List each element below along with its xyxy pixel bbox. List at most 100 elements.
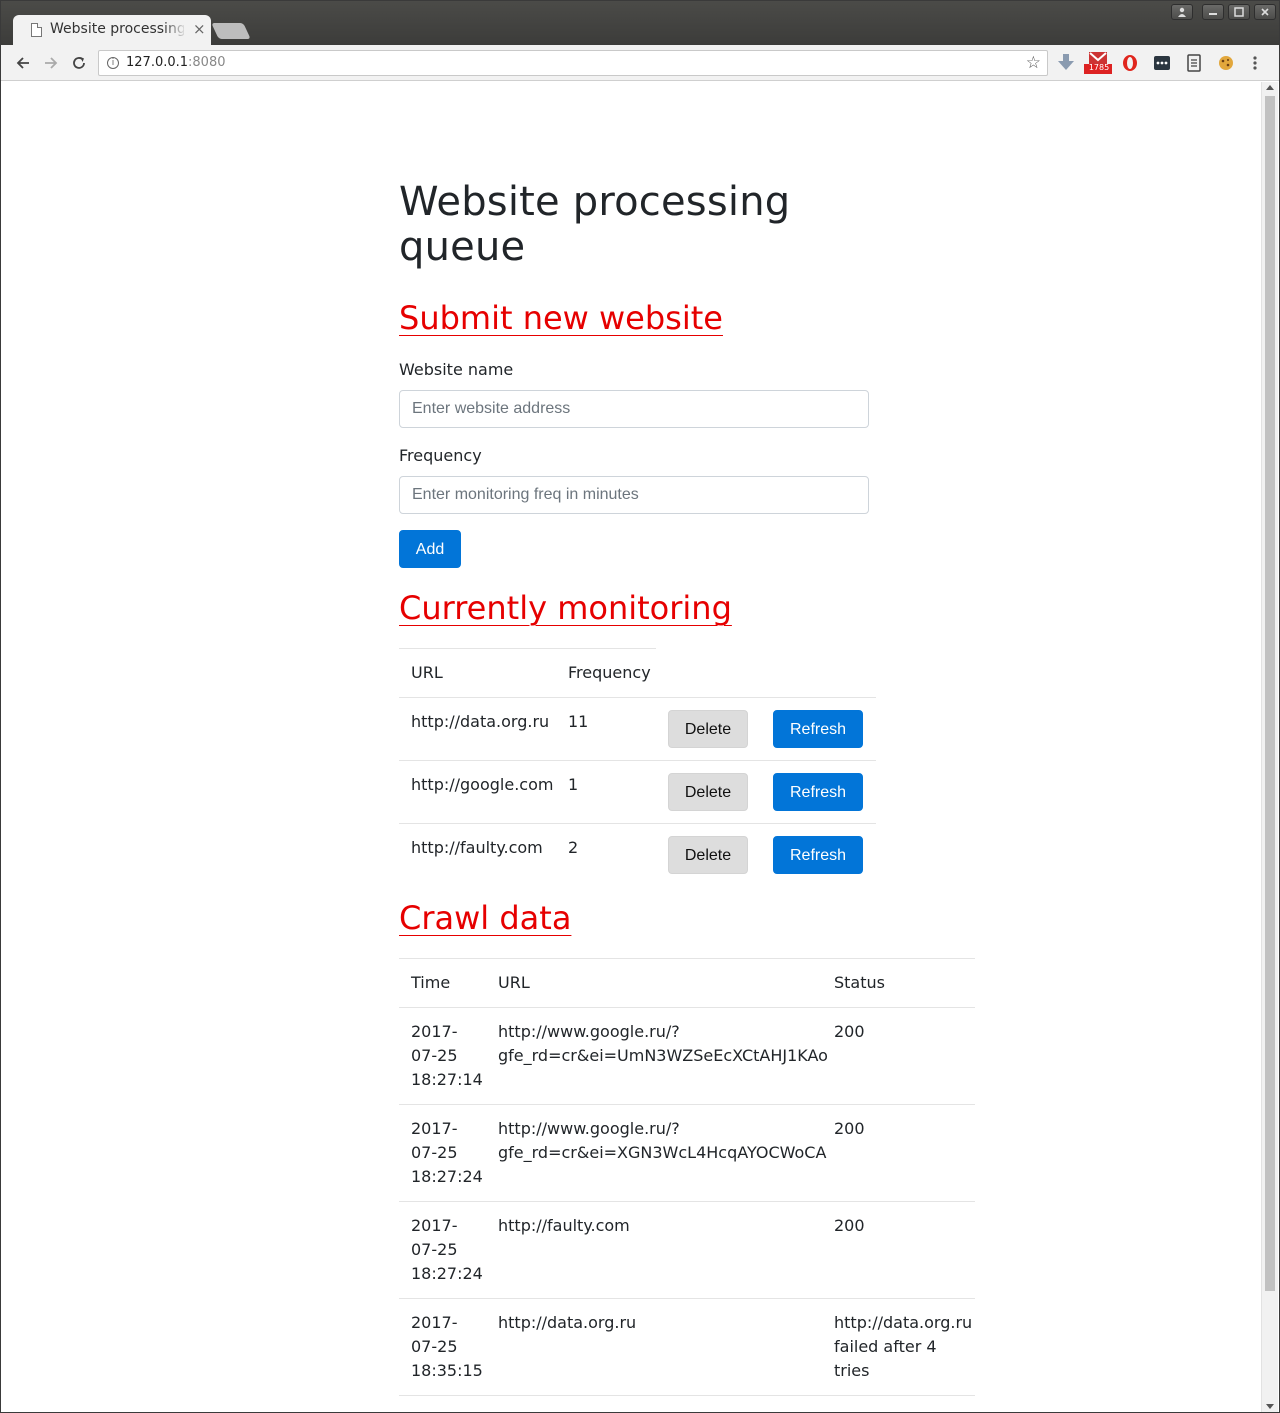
- delete-button[interactable]: Delete: [668, 710, 748, 748]
- crawl-url-cell: http://faulty.com: [498, 1216, 630, 1235]
- submit-section-heading[interactable]: Submit new website: [399, 299, 723, 337]
- crawl-time-date-part: 2017-: [411, 1022, 458, 1041]
- row-divider: [399, 1298, 975, 1299]
- crawl-time-clock: 18:27:14: [411, 1070, 483, 1089]
- crawl-status-cell: 200: [834, 1216, 865, 1235]
- crawl-url-cell: http://www.google.ru/? gfe_rd=cr&ei=UmN3…: [498, 1020, 828, 1068]
- crawl-status-part: http://data.org.ru: [834, 1313, 973, 1332]
- crawl-url-part: http://www.google.ru/?: [498, 1022, 680, 1041]
- crawl-url-part: gfe_rd=cr&ei=XGN3WcL4HcqAYOCWoCA: [498, 1143, 827, 1162]
- monitoring-section-heading[interactable]: Currently monitoring: [399, 589, 732, 627]
- crawl-table-top-rule: [399, 958, 975, 959]
- download-extension-icon[interactable]: [1057, 53, 1075, 73]
- gmail-extension-icon[interactable]: 1785: [1083, 51, 1113, 74]
- crawl-col-url: URL: [498, 973, 530, 992]
- crawl-header-rule: [399, 1007, 975, 1008]
- back-icon[interactable]: [10, 50, 36, 76]
- forward-icon[interactable]: [38, 50, 64, 76]
- crawl-time-date-part: 07-25: [411, 1046, 458, 1065]
- row-divider: [399, 1395, 975, 1396]
- tab-title-fade: [163, 19, 187, 41]
- address-bar[interactable]: i 127.0.0.1:8080 ☆: [98, 50, 1048, 76]
- row-divider: [399, 1104, 975, 1105]
- url-port: :8080: [188, 55, 226, 70]
- crawl-status-cell: http://data.org.ru failed after 4 tries: [834, 1311, 972, 1383]
- crawl-col-status: Status: [834, 973, 885, 992]
- monitoring-col-url: URL: [411, 663, 443, 682]
- reload-icon[interactable]: [66, 50, 92, 76]
- notes-extension-icon[interactable]: [1185, 53, 1203, 73]
- delete-button[interactable]: Delete: [668, 836, 748, 874]
- page-title-line-1: Website processing: [399, 179, 791, 225]
- crawl-time-cell: 2017- 07-25 18:27:24: [411, 1117, 483, 1189]
- row-divider: [399, 760, 876, 761]
- bookmark-star-icon[interactable]: ☆: [1026, 53, 1041, 73]
- crawl-time-cell: 2017- 07-25 18:27:24: [411, 1214, 483, 1286]
- crawl-status-part: failed after 4: [834, 1337, 937, 1356]
- refresh-button[interactable]: Refresh: [773, 836, 863, 874]
- browser-toolbar: i 127.0.0.1:8080 ☆ 1785: [1, 45, 1279, 81]
- crawl-url-cell: http://data.org.ru: [498, 1313, 637, 1332]
- page-title-line-2: queue: [399, 224, 526, 270]
- refresh-button[interactable]: Refresh: [773, 773, 863, 811]
- crawl-status-part: tries: [834, 1361, 870, 1380]
- scroll-up-icon[interactable]: [1266, 85, 1274, 90]
- monitoring-frequency-cell: 1: [568, 775, 579, 794]
- crawl-col-time: Time: [411, 973, 451, 992]
- minimize-icon[interactable]: [1202, 4, 1224, 20]
- monitoring-url-cell: http://faulty.com: [411, 838, 543, 857]
- crawl-time-cell: 2017- 07-25 18:27:14: [411, 1020, 483, 1092]
- cookie-extension-icon[interactable]: [1216, 53, 1236, 73]
- crawl-url-part: gfe_rd=cr&ei=UmN3WZSeEcXCtAHJ1KAo: [498, 1046, 828, 1065]
- page-scrollbar[interactable]: [1261, 82, 1278, 1412]
- gmail-unread-count: 1785: [1088, 63, 1110, 72]
- row-divider: [399, 823, 876, 824]
- crawl-time-date-part: 2017-: [411, 1216, 458, 1235]
- crawl-time-date-part: 07-25: [411, 1240, 458, 1259]
- url-host: 127.0.0.1: [126, 55, 189, 70]
- browser-window: Website processing × i 127.0.0.1:8080 ☆ …: [0, 0, 1280, 1413]
- scroll-down-icon[interactable]: [1266, 1404, 1274, 1409]
- frequency-input[interactable]: [399, 476, 869, 514]
- monitoring-col-frequency: Frequency: [568, 663, 651, 682]
- website-name-label: Website name: [399, 360, 514, 379]
- crawl-status-cell: 200: [834, 1119, 865, 1138]
- crawl-time-clock: 18:35:15: [411, 1361, 483, 1380]
- crawl-time-date-part: 07-25: [411, 1337, 458, 1356]
- monitoring-frequency-cell: 11: [568, 712, 589, 731]
- refresh-button[interactable]: Refresh: [773, 710, 863, 748]
- site-info-icon[interactable]: i: [107, 57, 119, 69]
- browser-menu-icon[interactable]: [1251, 53, 1259, 73]
- crawl-status-cell: 200: [834, 1022, 865, 1041]
- crawl-time-date-part: 2017-: [411, 1313, 458, 1332]
- website-name-input[interactable]: [399, 390, 869, 428]
- monitoring-table-top-rule: [399, 648, 656, 649]
- frequency-label: Frequency: [399, 446, 482, 465]
- page-title: Website processing queue: [399, 180, 819, 270]
- opera-extension-icon[interactable]: [1121, 53, 1139, 73]
- url-text: 127.0.0.1:8080: [126, 55, 226, 70]
- page-icon: [31, 23, 42, 37]
- maximize-icon[interactable]: [1228, 4, 1250, 20]
- profile-icon[interactable]: [1171, 4, 1193, 20]
- browser-tab[interactable]: Website processing ×: [13, 15, 211, 45]
- crawl-time-clock: 18:27:24: [411, 1167, 483, 1186]
- row-divider: [399, 1201, 975, 1202]
- crawl-time-date-part: 2017-: [411, 1119, 458, 1138]
- close-window-icon[interactable]: [1254, 4, 1276, 20]
- new-tab-button[interactable]: [211, 23, 251, 39]
- crawl-url-cell: http://www.google.ru/? gfe_rd=cr&ei=XGN3…: [498, 1117, 826, 1165]
- scrollbar-thumb[interactable]: [1265, 96, 1275, 1291]
- crawl-time-date-part: 07-25: [411, 1143, 458, 1162]
- delete-button[interactable]: Delete: [668, 773, 748, 811]
- crawl-url-part: http://www.google.ru/?: [498, 1119, 680, 1138]
- add-button[interactable]: Add: [399, 530, 461, 568]
- monitoring-header-rule: [399, 697, 876, 698]
- crawl-section-heading[interactable]: Crawl data: [399, 899, 571, 937]
- title-bar: Website processing ×: [1, 1, 1279, 45]
- monitoring-frequency-cell: 2: [568, 838, 579, 857]
- close-tab-icon[interactable]: ×: [193, 20, 206, 38]
- crawl-time-cell: 2017- 07-25 18:35:15: [411, 1311, 483, 1383]
- monitoring-url-cell: http://google.com: [411, 775, 554, 794]
- password-extension-icon[interactable]: [1152, 53, 1172, 73]
